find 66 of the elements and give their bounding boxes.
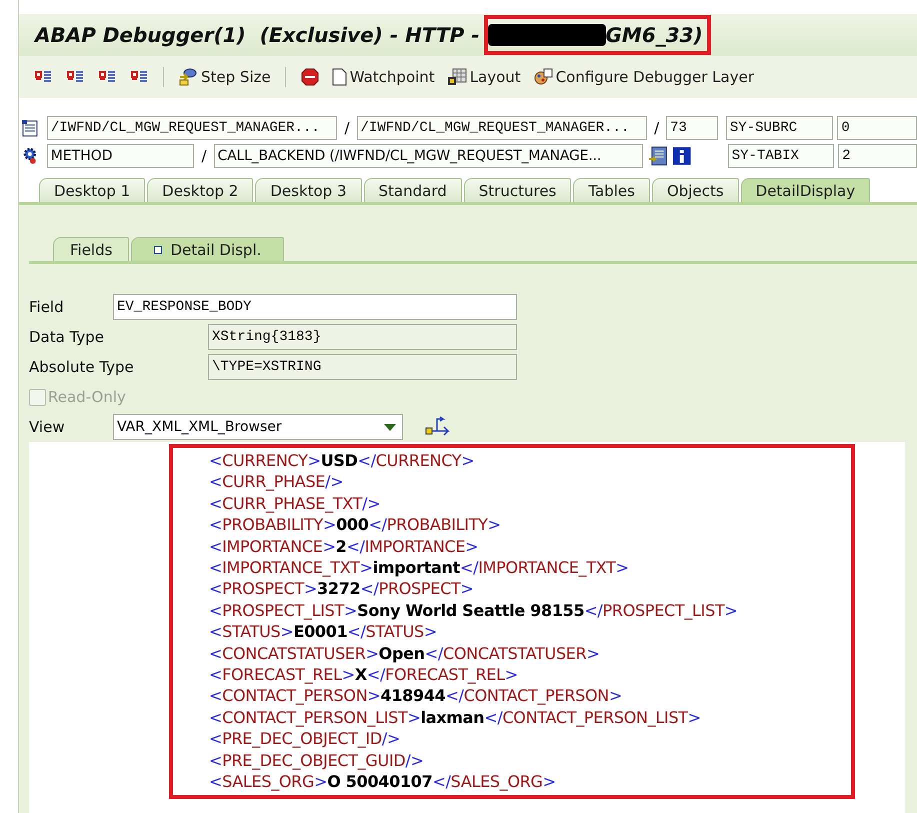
data-type-field: XString{3183} xyxy=(208,324,517,350)
palette-icon xyxy=(532,68,553,86)
routine-type-field: METHOD xyxy=(46,144,194,168)
xml-line: <PRE_DEC_OBJECT_ID/> xyxy=(209,728,402,750)
desktop-tab[interactable]: Desktop 1 xyxy=(39,178,146,202)
line-number-field: 73 xyxy=(666,116,718,140)
field-label: Field xyxy=(29,298,65,316)
field-input[interactable]: EV_RESPONSE_BODY xyxy=(113,294,517,320)
xml-line: <CURR_PHASE_TXT/> xyxy=(209,492,382,514)
desktop-tab[interactable]: Structures xyxy=(464,178,572,202)
step-icon[interactable] xyxy=(66,69,84,85)
document-arrow-icon[interactable] xyxy=(648,146,668,166)
path-separator: / xyxy=(343,119,351,137)
xml-line: <FORECAST_REL>X</FORECAST_REL> xyxy=(209,664,519,686)
absolute-type-field: \TYPE=XSTRING xyxy=(208,354,517,380)
xml-line: <PROSPECT_LIST>Sony World Seattle 98155</PROSPECT_LIST> xyxy=(209,600,739,622)
xml-line: <PRE_DEC_OBJECT_GUID/> xyxy=(209,750,425,772)
xml-line: <CURRENCY>USD</CURRENCY> xyxy=(209,450,476,472)
window-title-suffix: GM6_33) xyxy=(606,23,703,47)
configure-layer-button[interactable]: Configure Debugger Layer xyxy=(528,66,758,88)
path-separator: / xyxy=(653,119,660,137)
info-icon[interactable] xyxy=(672,146,692,166)
xml-line: <PROSPECT>3272</PROSPECT> xyxy=(209,578,475,600)
step-icon[interactable] xyxy=(98,69,116,85)
desktop-tab[interactable]: Tables xyxy=(573,178,650,202)
xml-line: <STATUS>E0001</STATUS> xyxy=(209,621,438,643)
program-field: /IWFND/CL_MGW_REQUEST_MANAGER... xyxy=(46,116,338,140)
stop-icon[interactable] xyxy=(300,68,319,86)
xml-line: <CONCATSTATUSER>Open</CONCATSTATUSER> xyxy=(209,642,601,664)
xml-line: <IMPORTANCE>2</IMPORTANCE> xyxy=(209,536,480,558)
xml-line: <PROBABILITY>000</PROBABILITY> xyxy=(209,514,502,536)
step-size-icon xyxy=(178,68,198,86)
system-field-value: 2 xyxy=(838,144,917,168)
desktop-tab[interactable]: Desktop 3 xyxy=(255,178,362,202)
xml-line: <CURR_PHASE/> xyxy=(209,471,344,493)
system-field-name: SY-SUBRC xyxy=(726,116,834,140)
absolute-type-label: Absolute Type xyxy=(29,358,135,376)
view-tab[interactable]: Detail Displ. xyxy=(131,237,284,261)
view-label: View xyxy=(29,418,66,436)
view-tab[interactable]: Fields xyxy=(53,237,130,261)
system-field-value: 0 xyxy=(837,116,917,140)
desktop-tab[interactable]: Objects xyxy=(652,178,739,202)
xml-line: <IMPORTANCE_TXT>important</IMPORTANCE_TXT> xyxy=(209,557,630,578)
window-title: ABAP Debugger(1) (Exclusive) - HTTP - xyxy=(35,23,480,47)
export-icon[interactable] xyxy=(425,416,451,438)
watchpoint-button[interactable]: Watchpoint xyxy=(328,66,439,88)
desktop-tab[interactable]: Desktop 2 xyxy=(147,178,254,202)
view-dropdown[interactable]: VAR_XML_XML_Browser xyxy=(113,414,403,440)
step-icon[interactable] xyxy=(130,69,148,85)
routine-field: CALL_BACKEND (/IWFND/CL_MGW_REQUEST_MANAGE... xyxy=(214,144,643,168)
desktop-tab[interactable]: DetailDisplay xyxy=(740,178,870,202)
xml-line: <CONTACT_PERSON_LIST>laxman</CONTACT_PERSON_LIST> xyxy=(209,706,702,728)
path-separator: / xyxy=(200,147,208,165)
xml-line: <CONTACT_PERSON>418944</CONTACT_PERSON> xyxy=(209,685,624,707)
include-field: /IWFND/CL_MGW_REQUEST_MANAGER... xyxy=(356,116,648,140)
page-icon xyxy=(332,68,347,86)
data-type-label: Data Type xyxy=(29,328,106,346)
step-icon[interactable] xyxy=(34,69,52,85)
grid-icon xyxy=(446,68,467,86)
read-only-label: Read-Only xyxy=(48,388,126,406)
step-size-button[interactable]: Step Size xyxy=(174,66,275,88)
layout-button[interactable]: Layout xyxy=(442,66,525,88)
caret-icon xyxy=(384,424,396,432)
xml-line: <SALES_ORG>O 50040107</SALES_ORG> xyxy=(209,771,557,792)
system-field-name: SY-TABIX xyxy=(728,144,834,168)
desktop-tab[interactable]: Standard xyxy=(364,178,462,202)
